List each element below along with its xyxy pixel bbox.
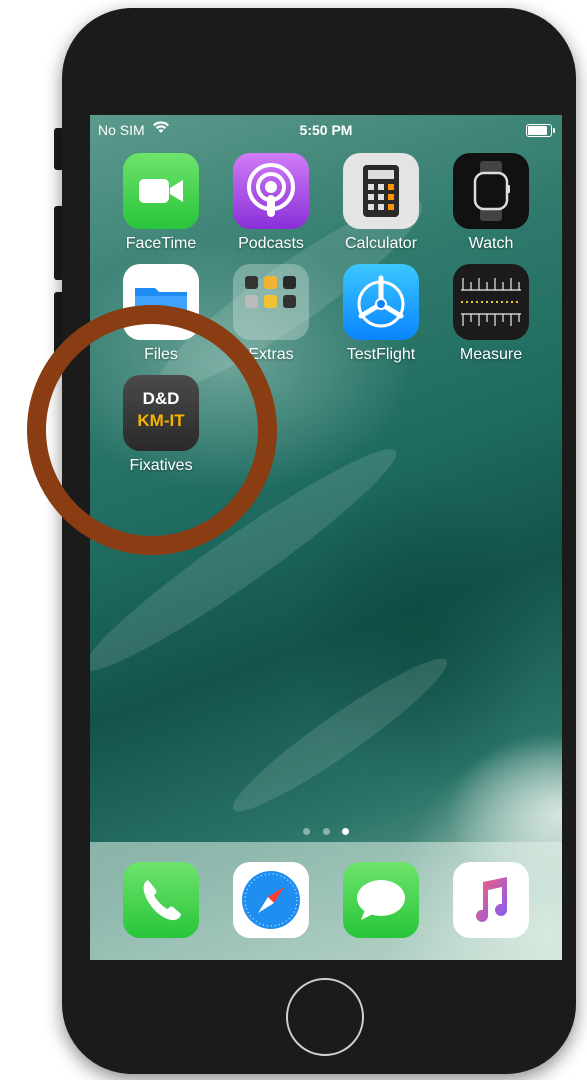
dock-phone[interactable] bbox=[111, 862, 211, 938]
testflight-icon bbox=[343, 264, 419, 340]
status-bar: No SIM 5:50 PM bbox=[90, 115, 562, 143]
app-label: Calculator bbox=[344, 235, 418, 252]
dock-messages[interactable] bbox=[331, 862, 431, 938]
music-icon bbox=[453, 862, 529, 938]
messages-icon bbox=[343, 862, 419, 938]
phone-icon bbox=[123, 862, 199, 938]
highlight-circle-annotation bbox=[27, 305, 277, 555]
facetime-icon bbox=[123, 153, 199, 229]
page-dot-active[interactable] bbox=[341, 828, 349, 835]
battery-level bbox=[528, 126, 547, 135]
app-label: Watch bbox=[468, 235, 514, 252]
dock bbox=[90, 842, 562, 960]
page-dot[interactable] bbox=[303, 828, 311, 835]
folder-icon bbox=[233, 264, 309, 340]
app-measure[interactable]: Measure bbox=[441, 264, 541, 364]
podcasts-icon bbox=[233, 153, 309, 229]
dock-safari[interactable] bbox=[221, 862, 321, 938]
app-label: FaceTime bbox=[125, 235, 197, 252]
clock: 5:50 PM bbox=[299, 122, 353, 138]
page-indicator[interactable] bbox=[90, 822, 562, 840]
app-label: Measure bbox=[459, 346, 523, 363]
wave-highlight bbox=[222, 644, 458, 826]
watch-icon bbox=[453, 153, 529, 229]
page-dot[interactable] bbox=[322, 828, 330, 835]
app-testflight[interactable]: TestFlight bbox=[331, 264, 431, 364]
calculator-icon bbox=[343, 153, 419, 229]
home-button[interactable] bbox=[286, 978, 364, 1056]
app-label: TestFlight bbox=[346, 346, 416, 363]
app-label: Podcasts bbox=[238, 235, 304, 252]
app-calculator[interactable]: Calculator bbox=[331, 153, 431, 253]
dock-music[interactable] bbox=[441, 862, 541, 938]
measure-icon bbox=[453, 264, 529, 340]
battery-icon bbox=[526, 124, 555, 137]
safari-icon bbox=[233, 862, 309, 938]
app-podcasts[interactable]: Podcasts bbox=[221, 153, 321, 253]
app-watch[interactable]: Watch bbox=[441, 153, 541, 253]
app-facetime[interactable]: FaceTime bbox=[111, 153, 211, 253]
